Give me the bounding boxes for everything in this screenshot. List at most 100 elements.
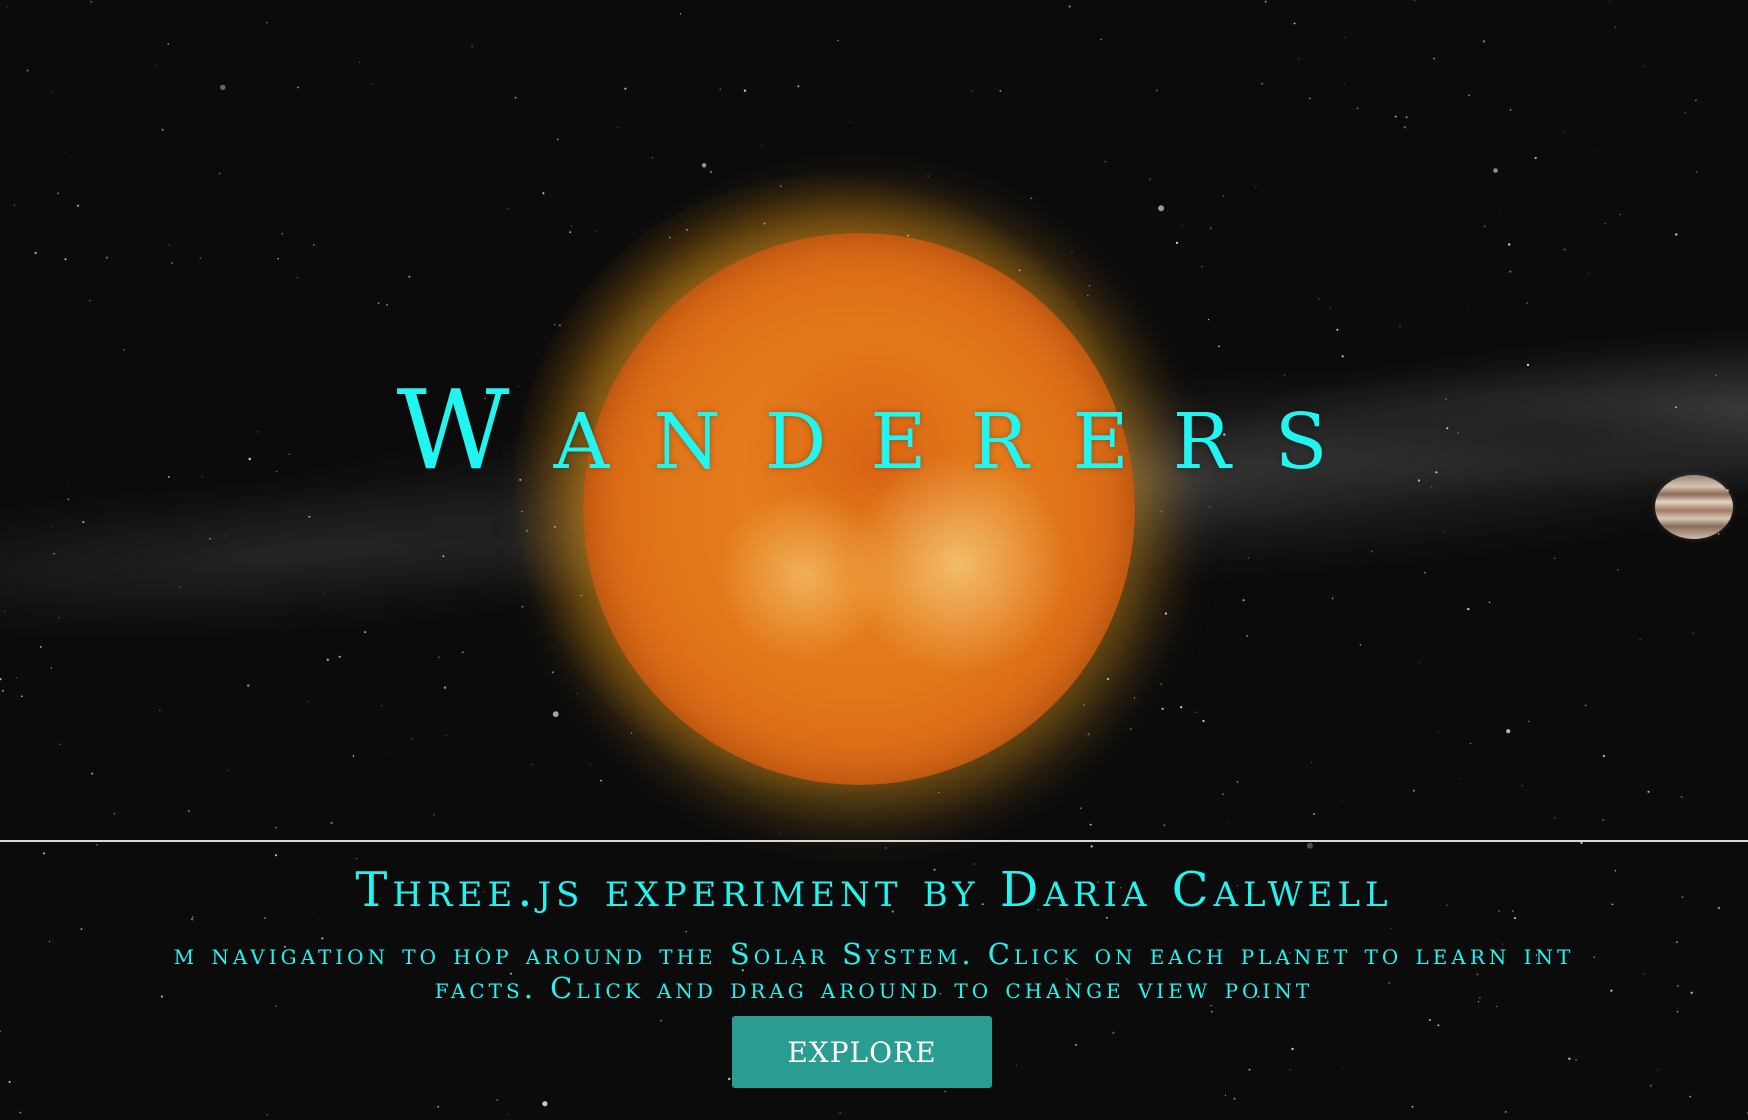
star <box>1202 719 1205 723</box>
star <box>1509 270 1512 273</box>
star <box>1201 266 1203 268</box>
star <box>307 701 309 703</box>
star <box>1264 0 1267 3</box>
star <box>1079 807 1082 810</box>
star <box>1575 1058 1577 1061</box>
star <box>91 772 94 775</box>
star <box>1112 1031 1115 1034</box>
star <box>600 779 602 782</box>
star <box>1090 845 1093 848</box>
star <box>728 1077 731 1081</box>
page-title: Wanderers <box>396 366 1372 494</box>
star <box>1504 1110 1507 1113</box>
star <box>50 667 52 669</box>
star <box>1291 1047 1294 1051</box>
star <box>236 130 238 132</box>
star <box>1488 601 1491 603</box>
star <box>1689 1095 1692 1098</box>
star <box>228 770 230 771</box>
star <box>1483 225 1486 228</box>
star <box>1075 1043 1078 1047</box>
star <box>1289 1069 1291 1071</box>
star <box>1647 790 1650 793</box>
star <box>51 91 53 93</box>
star <box>1643 65 1645 67</box>
star <box>191 916 194 918</box>
star <box>1499 212 1501 214</box>
star <box>408 275 411 278</box>
star <box>105 256 109 259</box>
star <box>26 69 29 72</box>
star <box>1394 115 1397 118</box>
star <box>1459 778 1461 780</box>
star <box>884 847 887 849</box>
star <box>496 1099 498 1101</box>
star <box>88 299 91 302</box>
star <box>308 515 311 518</box>
star <box>1411 1105 1414 1108</box>
subtitle: Three.js experiment by Daria Calwell <box>355 862 1393 918</box>
hero-scene[interactable]: Wanderers Three.js experiment by Daria C… <box>0 0 1748 1120</box>
star <box>1604 223 1606 224</box>
star <box>1207 318 1210 321</box>
star <box>1356 107 1359 110</box>
star <box>1331 597 1334 600</box>
star <box>1236 780 1239 783</box>
star <box>39 646 42 648</box>
star <box>531 764 533 765</box>
description-line-2: facts. Click and drag around to change v… <box>434 971 1314 1005</box>
star <box>685 930 687 933</box>
star <box>1428 1019 1431 1021</box>
star <box>839 1112 841 1114</box>
star <box>1423 571 1426 574</box>
star <box>1134 697 1136 699</box>
star <box>386 303 389 306</box>
star <box>1649 1084 1652 1087</box>
sun-planet[interactable] <box>583 233 1135 785</box>
star <box>34 251 37 255</box>
star <box>631 732 633 734</box>
star <box>709 170 713 174</box>
star <box>80 928 83 930</box>
star <box>443 686 447 689</box>
star <box>595 230 597 232</box>
star <box>1242 599 1245 602</box>
star <box>576 693 578 695</box>
explore-button[interactable]: EXPLORE <box>732 1016 992 1088</box>
star <box>1403 126 1406 129</box>
star <box>743 89 747 92</box>
star <box>390 752 392 754</box>
star <box>1717 533 1720 535</box>
star <box>1181 224 1183 226</box>
star <box>1399 325 1401 328</box>
star <box>161 128 164 131</box>
star <box>1329 307 1332 310</box>
star <box>313 244 315 246</box>
star <box>1104 160 1107 163</box>
star <box>1468 94 1470 97</box>
star <box>187 810 190 812</box>
star <box>275 826 277 829</box>
star <box>64 151 66 153</box>
star <box>1311 762 1312 763</box>
star <box>837 39 839 42</box>
star <box>1318 298 1320 300</box>
star <box>433 814 435 816</box>
star <box>155 65 157 66</box>
star <box>1675 233 1678 236</box>
star <box>554 324 556 326</box>
star <box>1588 273 1590 274</box>
star <box>13 204 16 207</box>
star <box>113 813 116 815</box>
star <box>1155 89 1158 92</box>
star <box>1341 355 1344 358</box>
star <box>1509 109 1512 111</box>
star <box>1390 927 1392 929</box>
star <box>1180 706 1183 709</box>
star <box>266 1114 268 1116</box>
star <box>67 498 70 501</box>
star <box>1210 1005 1212 1007</box>
star <box>167 43 170 46</box>
star <box>1164 612 1167 615</box>
star <box>507 208 509 210</box>
